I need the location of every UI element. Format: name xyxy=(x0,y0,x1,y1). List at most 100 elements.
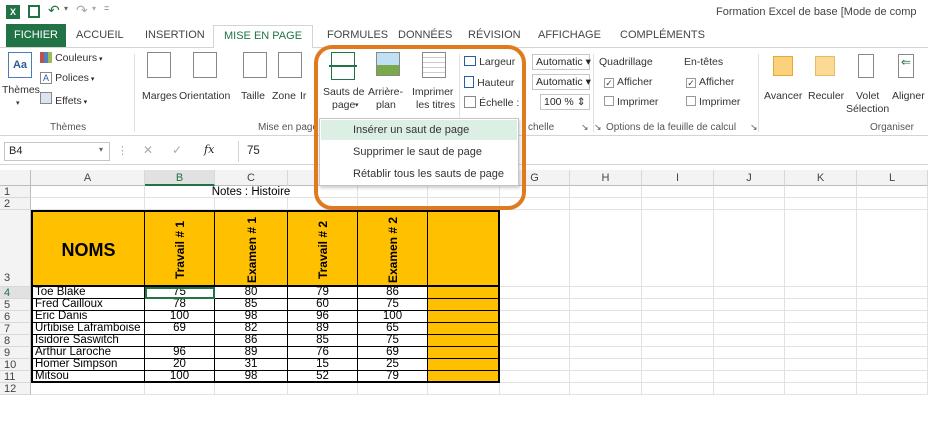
empty-cell[interactable] xyxy=(642,335,714,347)
empty-cell[interactable] xyxy=(642,198,714,210)
grade-cell[interactable]: 82 xyxy=(215,323,288,335)
grade-cell[interactable]: 75 xyxy=(145,287,215,299)
empty-cell[interactable] xyxy=(857,359,928,371)
empty-cell[interactable] xyxy=(642,371,714,383)
empty-cell[interactable] xyxy=(570,210,642,287)
select-all-corner[interactable] xyxy=(0,170,31,186)
empty-cell[interactable] xyxy=(785,186,857,198)
empty-cell[interactable] xyxy=(785,383,857,395)
empty-cell[interactable] xyxy=(642,186,714,198)
qat-customize-icon[interactable]: = xyxy=(104,3,109,13)
undo-dropdown-icon[interactable]: ▾ xyxy=(64,4,68,13)
tab-formules[interactable]: FORMULES xyxy=(327,29,388,41)
student-name[interactable]: Arthur Laroche xyxy=(31,347,145,359)
grade-cell[interactable]: 85 xyxy=(288,335,358,347)
insert-function-icon[interactable]: fx xyxy=(204,143,214,156)
empty-cell[interactable] xyxy=(500,371,570,383)
entetes-afficher-checkbox[interactable]: ✓ Afficher xyxy=(686,76,734,89)
grade-cell[interactable]: 75 xyxy=(358,335,428,347)
column-header-k[interactable]: K xyxy=(785,170,857,186)
taille-button[interactable]: Taille xyxy=(239,52,269,114)
tab-affichage[interactable]: AFFICHAGE xyxy=(538,29,601,41)
grade-cell[interactable]: 100 xyxy=(145,371,215,383)
aligner-button[interactable]: ⇐ Aligner xyxy=(890,52,928,114)
grade-cell[interactable]: 79 xyxy=(288,287,358,299)
empty-cell[interactable] xyxy=(288,383,358,395)
grade-cell[interactable]: 85 xyxy=(215,299,288,311)
tab-accueil[interactable]: ACCUEIL xyxy=(76,29,124,41)
grade-cell[interactable]: 75 xyxy=(358,299,428,311)
empty-cell[interactable] xyxy=(428,383,500,395)
empty-cell[interactable] xyxy=(570,359,642,371)
empty-cell[interactable] xyxy=(857,371,928,383)
row-header-4[interactable]: 4 xyxy=(0,287,31,299)
empty-cell[interactable] xyxy=(570,347,642,359)
empty-cell[interactable] xyxy=(31,383,145,395)
row-header-10[interactable]: 10 xyxy=(0,359,31,371)
empty-cell[interactable] xyxy=(215,198,288,210)
grade-cell[interactable]: 31 xyxy=(215,359,288,371)
empty-cell[interactable] xyxy=(570,299,642,311)
grade-cell[interactable]: 69 xyxy=(145,323,215,335)
empty-cell[interactable] xyxy=(500,311,570,323)
empty-cell[interactable] xyxy=(714,359,785,371)
grade-cell[interactable]: 25 xyxy=(358,359,428,371)
row-header-3[interactable]: 3 xyxy=(0,210,31,287)
volet-selection-button[interactable]: Volet Sélection xyxy=(844,52,890,115)
empty-cell[interactable] xyxy=(570,287,642,299)
empty-cell[interactable] xyxy=(785,210,857,287)
student-name[interactable]: Toe Blake xyxy=(31,287,145,299)
header-examen-2[interactable]: Examen # 2 xyxy=(358,210,428,287)
empty-cell[interactable] xyxy=(714,383,785,395)
empty-cell[interactable] xyxy=(145,383,215,395)
grade-cell[interactable] xyxy=(145,335,215,347)
student-name[interactable]: Isidore Saswitch xyxy=(31,335,145,347)
name-box[interactable]: B4 ▾ xyxy=(4,142,110,161)
empty-cell[interactable] xyxy=(714,198,785,210)
marges-button[interactable]: Marges xyxy=(142,52,178,114)
themes-button[interactable]: Aa Thèmes ▾ xyxy=(2,52,40,114)
empty-grade-cell[interactable] xyxy=(428,335,500,347)
row-header-2[interactable]: 2 xyxy=(0,198,31,210)
column-header-c[interactable]: C xyxy=(215,170,288,186)
empty-cell[interactable] xyxy=(500,359,570,371)
empty-grade-cell[interactable] xyxy=(428,347,500,359)
effets-button[interactable]: Effets ▾ xyxy=(40,92,87,108)
redo-dropdown-icon[interactable]: ▾ xyxy=(92,4,96,13)
grade-cell[interactable]: 89 xyxy=(288,323,358,335)
empty-cell[interactable] xyxy=(642,323,714,335)
empty-cell[interactable] xyxy=(785,359,857,371)
tab-revision[interactable]: RÉVISION xyxy=(468,29,521,41)
empty-cell[interactable] xyxy=(500,383,570,395)
tab-donnees[interactable]: DONNÉES xyxy=(398,29,452,41)
header-examen-1[interactable]: Examen # 1 xyxy=(215,210,288,287)
grade-cell[interactable]: 65 xyxy=(358,323,428,335)
grade-cell[interactable]: 98 xyxy=(215,371,288,383)
options-launcher-icon[interactable]: ↘ xyxy=(594,122,602,133)
student-name[interactable]: Homer Simpson xyxy=(31,359,145,371)
empty-cell[interactable] xyxy=(857,210,928,287)
grade-cell[interactable]: 89 xyxy=(215,347,288,359)
tab-insertion[interactable]: INSERTION xyxy=(145,29,205,41)
empty-cell[interactable] xyxy=(857,383,928,395)
grade-cell[interactable]: 86 xyxy=(358,287,428,299)
reculer-button[interactable]: Reculer xyxy=(806,52,846,114)
empty-cell[interactable] xyxy=(358,383,428,395)
empty-cell[interactable] xyxy=(857,323,928,335)
column-header-h[interactable]: H xyxy=(570,170,642,186)
empty-cell[interactable] xyxy=(642,210,714,287)
empty-grade-cell[interactable] xyxy=(428,287,500,299)
entetes-imprimer-checkbox[interactable]: Imprimer xyxy=(686,96,740,109)
empty-cell[interactable] xyxy=(642,347,714,359)
save-icon[interactable] xyxy=(28,5,40,18)
student-name[interactable]: Eric Danis xyxy=(31,311,145,323)
empty-cell[interactable] xyxy=(714,347,785,359)
grade-cell[interactable]: 100 xyxy=(358,311,428,323)
empty-cell[interactable] xyxy=(785,311,857,323)
empty-cell[interactable] xyxy=(31,186,145,198)
polices-button[interactable]: A Polices ▾ xyxy=(40,72,94,85)
empty-cell[interactable] xyxy=(570,383,642,395)
empty-cell[interactable] xyxy=(857,335,928,347)
empty-cell[interactable] xyxy=(31,198,145,210)
empty-cell[interactable] xyxy=(500,335,570,347)
